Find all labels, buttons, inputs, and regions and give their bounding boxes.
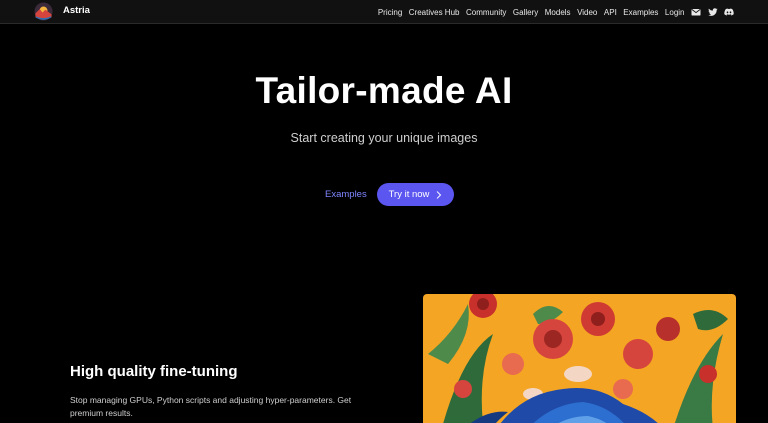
feature-artwork-image	[423, 294, 736, 423]
nav-pricing[interactable]: Pricing	[378, 8, 402, 17]
hero-subtitle: Start creating your unique images	[290, 131, 478, 145]
nav-login[interactable]: Login	[665, 8, 685, 17]
nav-creatives-hub[interactable]: Creatives Hub	[409, 8, 460, 17]
nav-models[interactable]: Models	[545, 8, 571, 17]
nav-community[interactable]: Community	[466, 8, 506, 17]
feature-title: High quality fine-tuning	[70, 363, 238, 380]
nav-examples[interactable]: Examples	[623, 8, 658, 17]
hero-title: Tailor-made AI	[255, 70, 513, 111]
nav-api[interactable]: API	[604, 8, 617, 17]
twitter-icon[interactable]	[707, 7, 718, 17]
chevron-right-icon	[437, 190, 442, 199]
examples-link[interactable]: Examples	[325, 189, 367, 200]
try-it-now-label: Try it now	[388, 189, 430, 200]
mail-icon[interactable]	[691, 7, 701, 17]
try-it-now-button[interactable]: Try it now	[377, 183, 454, 206]
nav-menu: Pricing Creatives Hub Community Gallery …	[378, 0, 734, 24]
nav-gallery[interactable]: Gallery	[513, 8, 538, 17]
top-navbar: Astria Pricing Creatives Hub Community G…	[0, 0, 768, 24]
brand-name[interactable]: Astria	[63, 5, 90, 16]
feature-description: Stop managing GPUs, Python scripts and a…	[70, 395, 352, 418]
discord-icon[interactable]	[724, 7, 734, 17]
nav-video[interactable]: Video	[577, 8, 597, 17]
astria-logo-icon[interactable]	[34, 2, 53, 21]
page: Astria Pricing Creatives Hub Community G…	[0, 0, 768, 423]
